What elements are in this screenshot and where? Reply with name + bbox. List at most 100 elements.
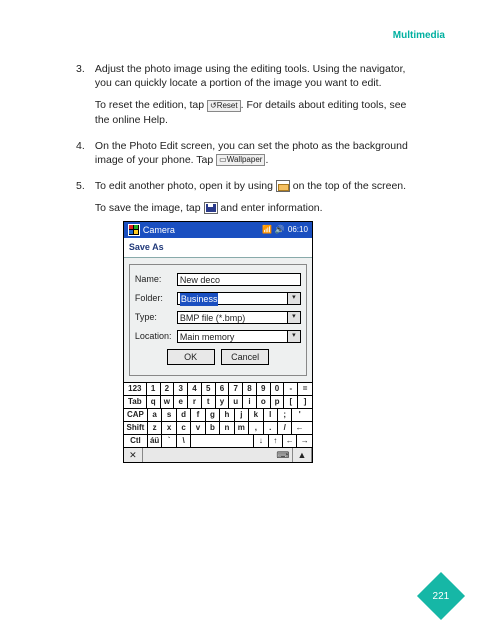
key-4[interactable]: 4 [188,383,202,395]
sip-up-icon[interactable]: ▲ [293,448,312,462]
type-label: Type: [135,311,177,323]
key-z[interactable]: z [148,422,162,434]
name-field[interactable]: New deco [177,273,301,286]
key-u[interactable]: u [229,396,243,408]
sip-close-icon[interactable]: ✕ [124,448,143,462]
key-.[interactable]: . [264,422,278,434]
open-icon [276,180,290,192]
chevron-down-icon[interactable]: ▾ [287,331,300,342]
key-↑[interactable]: ↑ [269,435,283,447]
key-f[interactable]: f [191,409,205,421]
key-9[interactable]: 9 [257,383,271,395]
save-pre: To save the image, tap [95,202,204,214]
key-Ctl[interactable]: Ctl [124,435,148,447]
folder-label: Folder: [135,292,177,304]
name-label: Name: [135,273,177,285]
ok-button[interactable]: OK [167,349,215,365]
key-n[interactable]: n [220,422,234,434]
key-j[interactable]: j [235,409,249,421]
key-p[interactable]: p [271,396,285,408]
key-0[interactable]: 0 [271,383,285,395]
key-e[interactable]: e [174,396,188,408]
page-number-badge: 221 [417,572,465,620]
key-g[interactable]: g [206,409,220,421]
folder-select[interactable]: Business▾ [177,292,301,305]
key-s[interactable]: s [162,409,176,421]
key-x[interactable]: x [162,422,176,434]
key-a[interactable]: a [148,409,162,421]
key-←[interactable]: ← [283,435,297,447]
key-3[interactable]: 3 [174,383,188,395]
key-CAP[interactable]: CAP [124,409,148,421]
step-4: 4. On the Photo Edit screen, you can set… [76,139,424,167]
key-q[interactable]: q [147,396,161,408]
saveas-form: Name: New deco Folder: Business▾ Type: B… [129,264,307,376]
step-number: 5. [76,179,92,193]
saveas-header: Save As [124,238,312,257]
key-'[interactable]: ' [292,409,306,421]
chevron-down-icon[interactable]: ▾ [287,312,300,323]
key-Shift[interactable]: Shift [124,422,148,434]
cancel-button[interactable]: Cancel [221,349,269,365]
key-[[interactable]: [ [284,396,298,408]
key-space[interactable] [191,435,254,447]
key-l[interactable]: l [264,409,278,421]
wallpaper-button-icon: ▭Wallpaper [216,154,265,166]
key-d[interactable]: d [177,409,191,421]
reset-pre: To reset the edition, tap [95,99,207,111]
key-Tab[interactable]: Tab [124,396,147,408]
key-/[interactable]: / [278,422,292,434]
key-][interactable]: ] [298,396,312,408]
key-c[interactable]: c [177,422,191,434]
key-i[interactable]: i [243,396,257,408]
key--[interactable]: - [284,383,298,395]
key-←[interactable]: ← [292,422,306,434]
key-7[interactable]: 7 [229,383,243,395]
key-=[interactable]: = [298,383,312,395]
key-,[interactable]: , [249,422,263,434]
location-label: Location: [135,330,177,342]
soft-keyboard[interactable]: 1231234567890-= Tabqwertyuiop[] CAPasdfg… [124,382,312,447]
step-3: 3. Adjust the photo image using the edit… [76,62,424,127]
key-áü[interactable]: áü [148,435,162,447]
clock-text: 06:10 [288,222,308,238]
key-h[interactable]: h [220,409,234,421]
key-6[interactable]: 6 [216,383,230,395]
key-r[interactable]: r [188,396,202,408]
key-8[interactable]: 8 [243,383,257,395]
chevron-down-icon[interactable]: ▾ [287,293,300,304]
key-w[interactable]: w [161,396,175,408]
key-↓[interactable]: ↓ [254,435,268,447]
key-\[interactable]: \ [177,435,191,447]
sip-bar: ✕ ⌨ ▲ [124,447,312,462]
window-title: Camera [143,222,175,238]
key-123[interactable]: 123 [124,383,147,395]
key-o[interactable]: o [257,396,271,408]
open-pre: To edit another photo, open it by using [95,180,276,192]
key-k[interactable]: k [249,409,263,421]
type-select[interactable]: BMP file (*.bmp)▾ [177,311,301,324]
step-post: . [265,154,268,166]
key-t[interactable]: t [202,396,216,408]
step-5: 5. To edit another photo, open it by usi… [76,179,424,462]
sip-keyboard-icon[interactable]: ⌨ [274,448,293,462]
key-y[interactable]: y [216,396,230,408]
step-number: 4. [76,139,92,153]
section-header: Multimedia [393,30,445,41]
key-`[interactable]: ` [162,435,176,447]
step-text: Adjust the photo image using the editing… [95,63,406,89]
windows-icon [128,224,140,236]
key-;[interactable]: ; [278,409,292,421]
save-icon [204,202,218,214]
key-b[interactable]: b [206,422,220,434]
key-2[interactable]: 2 [161,383,175,395]
camera-saveas-screenshot: Camera 📶 🔊 06:10 Save As Name: New deco [123,221,313,462]
key-v[interactable]: v [191,422,205,434]
key-m[interactable]: m [235,422,249,434]
key-5[interactable]: 5 [202,383,216,395]
window-titlebar: Camera 📶 🔊 06:10 [124,222,312,238]
location-select[interactable]: Main memory▾ [177,330,301,343]
key-→[interactable]: → [297,435,311,447]
save-post: and enter information. [218,202,323,214]
key-1[interactable]: 1 [147,383,161,395]
